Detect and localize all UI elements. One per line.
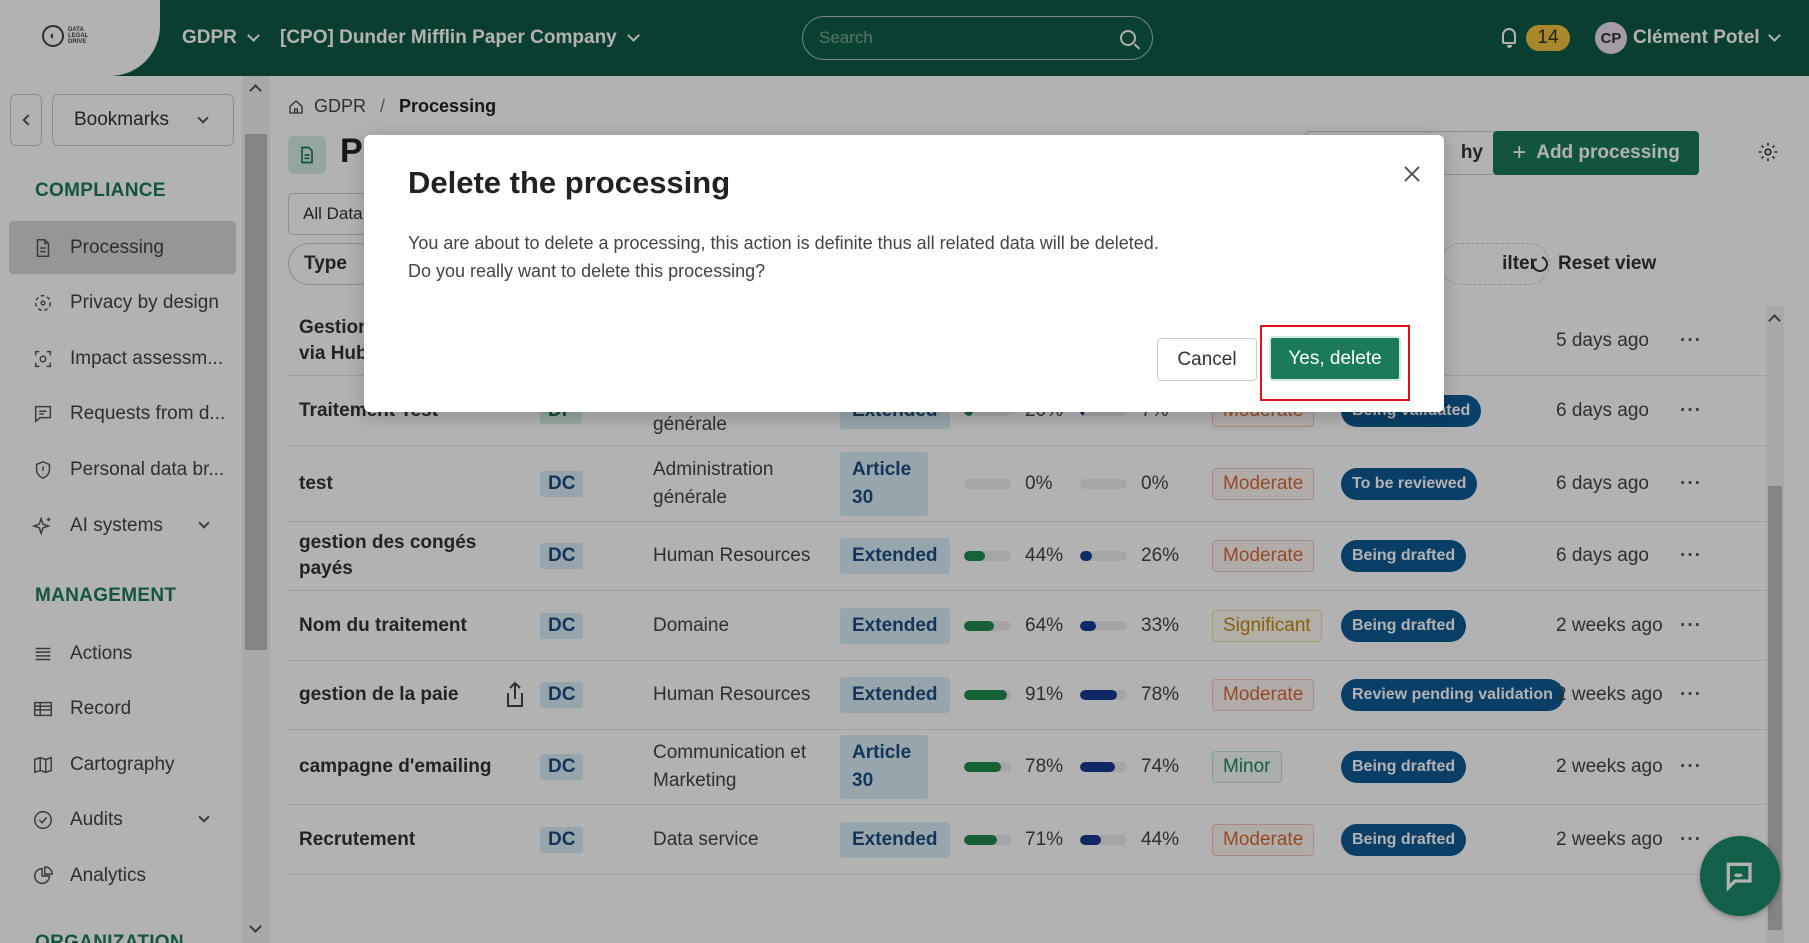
delete-processing-dialog: Delete the processing You are about to d… [364, 135, 1444, 412]
dialog-message-line: You are about to delete a processing, th… [408, 233, 1159, 253]
close-icon[interactable] [1397, 159, 1427, 189]
confirm-delete-button[interactable]: Yes, delete [1269, 336, 1401, 381]
dialog-message-line: Do you really want to delete this proces… [408, 261, 766, 281]
dialog-message: You are about to delete a processing, th… [408, 229, 1159, 285]
cancel-button[interactable]: Cancel [1157, 338, 1257, 381]
dialog-title: Delete the processing [408, 165, 731, 200]
